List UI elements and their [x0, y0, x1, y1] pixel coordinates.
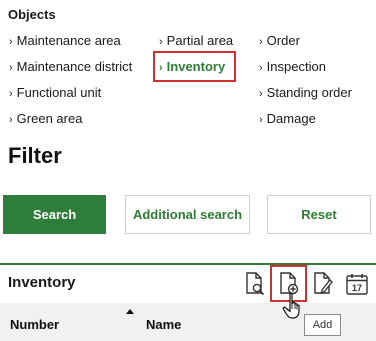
hand-pointer-cursor-icon — [282, 292, 304, 320]
link-label: Maintenance district — [16, 59, 133, 74]
link-maintenance-area[interactable]: › Maintenance area — [9, 33, 121, 48]
link-inspection[interactable]: › Inspection — [259, 59, 326, 74]
link-label: Order — [266, 33, 300, 48]
sort-ascending-icon[interactable] — [126, 309, 134, 314]
chevron-right-icon: › — [259, 62, 263, 74]
column-header-name[interactable]: Name — [146, 317, 181, 332]
section-divider — [0, 263, 376, 265]
chevron-right-icon: › — [9, 36, 13, 48]
objects-heading: Objects — [8, 7, 56, 22]
link-label: Maintenance area — [16, 33, 121, 48]
chevron-right-icon: › — [259, 114, 263, 126]
link-label: Damage — [266, 111, 316, 126]
inventory-heading: Inventory — [8, 274, 76, 291]
chevron-right-icon: › — [259, 88, 263, 100]
edit-document-icon[interactable] — [310, 270, 336, 298]
search-document-icon[interactable] — [242, 270, 268, 298]
link-partial-area[interactable]: › Partial area — [159, 33, 233, 48]
reset-button[interactable]: Reset — [267, 195, 371, 234]
chevron-right-icon: › — [159, 36, 163, 48]
link-label: Standing order — [266, 85, 352, 100]
chevron-right-icon: › — [9, 88, 13, 100]
link-green-area[interactable]: › Green area — [9, 111, 82, 126]
column-header-number[interactable]: Number — [10, 317, 59, 332]
link-label: Green area — [16, 111, 83, 126]
link-damage[interactable]: › Damage — [259, 111, 316, 126]
link-maintenance-district[interactable]: › Maintenance district — [9, 59, 132, 74]
link-label: Inspection — [266, 59, 326, 74]
link-label: Functional unit — [16, 85, 102, 100]
link-functional-unit[interactable]: › Functional unit — [9, 85, 101, 100]
additional-search-button[interactable]: Additional search — [125, 195, 250, 234]
calendar-icon[interactable]: 17 — [344, 270, 370, 298]
chevron-right-icon: › — [9, 62, 13, 74]
search-button[interactable]: Search — [3, 195, 106, 234]
chevron-right-icon: › — [9, 114, 13, 126]
calendar-day-text: 17 — [352, 283, 362, 293]
add-tooltip: Add — [304, 314, 341, 336]
highlight-box — [153, 51, 236, 82]
link-standing-order[interactable]: › Standing order — [259, 85, 352, 100]
filter-heading: Filter — [8, 143, 62, 168]
chevron-right-icon: › — [259, 36, 263, 48]
link-label: Partial area — [166, 33, 234, 48]
link-order[interactable]: › Order — [259, 33, 300, 48]
